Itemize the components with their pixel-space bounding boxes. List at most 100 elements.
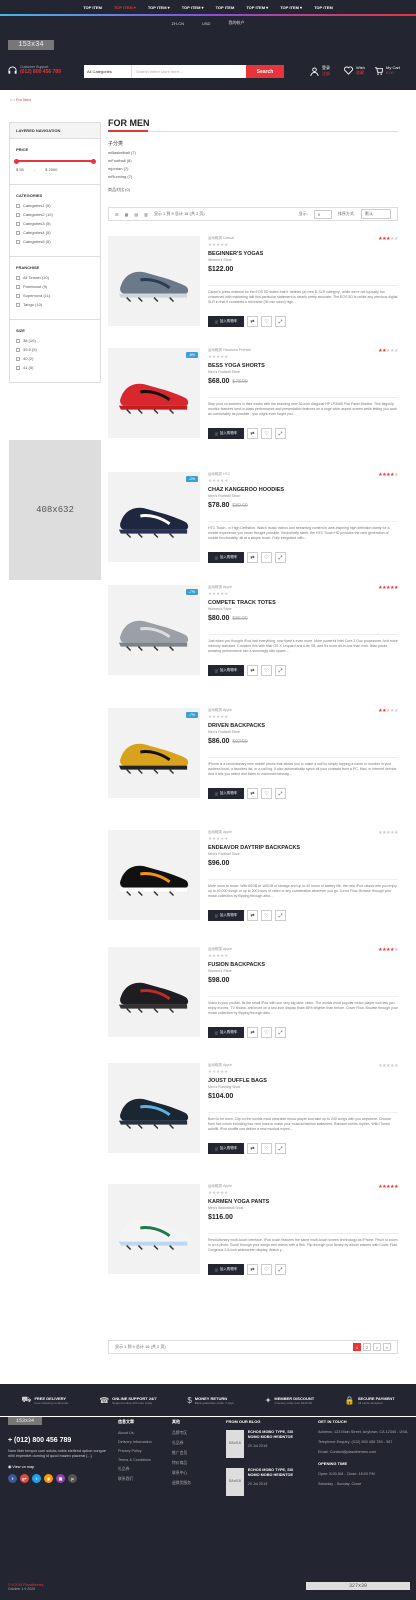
wishlist-icon[interactable]: ♡ xyxy=(261,1264,272,1275)
page-link[interactable]: > xyxy=(373,1343,381,1351)
topnav-item[interactable]: TOP ITEM ▾ xyxy=(182,5,204,10)
quickview-icon[interactable]: ⤢ xyxy=(275,788,286,799)
filter-option[interactable]: 41 (5) xyxy=(16,365,94,370)
footer-link[interactable]: 退换货服务 xyxy=(172,1481,191,1486)
blog-thumbnail[interactable]: 58x58 xyxy=(226,1468,244,1496)
footer-link[interactable]: 联系中心 xyxy=(172,1471,191,1476)
slider-handle-max[interactable] xyxy=(91,158,96,164)
filter-option[interactable]: 38 (10) xyxy=(16,338,94,343)
price-slider[interactable] xyxy=(14,158,96,164)
add-to-cart-button[interactable]: 🛒 加入购物车 xyxy=(208,1143,244,1154)
footer-link[interactable]: 推广会员 xyxy=(172,1451,191,1456)
wishlist-icon[interactable]: ♡ xyxy=(261,552,272,563)
product-name[interactable]: CHAZ KANGEROO HOODIES xyxy=(208,487,398,493)
checkbox[interactable] xyxy=(16,338,20,343)
product-name[interactable]: DRIVEN BACKPACKS xyxy=(208,723,398,729)
pinterest-icon[interactable]: p xyxy=(68,1474,77,1483)
checkbox[interactable] xyxy=(16,212,20,217)
blog-post[interactable]: 58x58 ECHOS MOBO TYPE, SIX NOMO MOBO HEID… xyxy=(226,1430,306,1463)
topnav-item[interactable]: TOP ITEM ▾ xyxy=(114,5,136,10)
wishlist-icon[interactable]: ♡ xyxy=(261,316,272,327)
show-select[interactable]: 9 xyxy=(313,209,332,219)
add-to-cart-button[interactable]: 🛒 加入购物车 xyxy=(208,316,244,327)
currency-select[interactable]: USD xyxy=(202,21,210,26)
add-to-cart-button[interactable]: 🛒 加入购物车 xyxy=(208,910,244,921)
checkbox[interactable] xyxy=(16,275,20,280)
list-view-icon[interactable]: ☰ xyxy=(115,212,119,217)
page-link[interactable]: » xyxy=(383,1343,391,1351)
footer-link[interactable]: Terms & Conditions xyxy=(118,1458,152,1462)
checkbox[interactable] xyxy=(16,230,20,235)
wishlist-icon[interactable]: ♡ xyxy=(261,910,272,921)
compare-icon[interactable]: ⇄ xyxy=(247,1143,258,1154)
product-name[interactable]: KARMEN YOGA PANTS xyxy=(208,1199,398,1205)
filter-option[interactable]: Categories3 (5) xyxy=(16,221,94,226)
product-image[interactable]: -2% xyxy=(108,472,200,562)
subcategory-link[interactable]: mBasketball (7) xyxy=(108,150,136,155)
cart-link[interactable]: My Cart 0.00 xyxy=(374,65,400,75)
product-name[interactable]: ENDEAVOR DAYTRIP BACKPACKS xyxy=(208,845,398,851)
language-select[interactable]: ZH-CN xyxy=(172,21,184,26)
wishlist-icon[interactable]: ♡ xyxy=(261,665,272,676)
grid-view-4-icon[interactable]: ▥ xyxy=(144,212,148,217)
footer-link[interactable]: 品牌专区 xyxy=(172,1431,191,1436)
subcategory-link[interactable]: mFootball (8) xyxy=(108,158,136,163)
quickview-icon[interactable]: ⤢ xyxy=(275,1264,286,1275)
page-link[interactable]: 2 xyxy=(363,1343,371,1351)
logo[interactable]: 153x34 xyxy=(8,40,54,50)
grid-view-icon[interactable]: ▦ xyxy=(125,212,129,217)
footer-link[interactable]: About Us xyxy=(118,1431,152,1435)
checkbox[interactable] xyxy=(16,356,20,361)
facebook-icon[interactable]: f xyxy=(8,1474,17,1483)
quickview-icon[interactable]: ⤢ xyxy=(275,428,286,439)
wishlist-icon[interactable]: ♡ xyxy=(261,1027,272,1038)
filter-option[interactable]: Categories4 (5) xyxy=(16,230,94,235)
product-name[interactable]: BEGINNER'S YOGAS xyxy=(208,251,398,257)
sidebar-banner[interactable]: 408x632 xyxy=(9,440,101,580)
checkbox[interactable] xyxy=(16,203,20,208)
topnav-item[interactable]: TOP ITEM xyxy=(83,5,102,10)
product-image[interactable]: -7% xyxy=(108,708,200,798)
sort-select[interactable]: 默认 xyxy=(361,209,391,219)
topnav-item[interactable]: TOP ITEM ▾ xyxy=(246,5,268,10)
wishlist-icon[interactable]: ♡ xyxy=(261,788,272,799)
quickview-icon[interactable]: ⤢ xyxy=(275,1143,286,1154)
footer-link[interactable]: 特价商品 xyxy=(172,1461,191,1466)
filter-option[interactable]: Categories1 (5) xyxy=(16,203,94,208)
filter-option[interactable]: 40 (2) xyxy=(16,356,94,361)
checkbox[interactable] xyxy=(16,365,20,370)
product-image[interactable] xyxy=(108,236,200,326)
rss-icon[interactable]: ◉ xyxy=(44,1474,53,1483)
twitter-icon[interactable]: t xyxy=(32,1474,41,1483)
checkbox[interactable] xyxy=(16,347,20,352)
compare-icon[interactable]: ⇄ xyxy=(247,316,258,327)
add-to-cart-button[interactable]: 🛒 加入购物车 xyxy=(208,788,244,799)
quickview-icon[interactable]: ⤢ xyxy=(275,665,286,676)
map-link[interactable]: ◉ View on map xyxy=(8,1464,108,1469)
blog-post[interactable]: 58x58 ECHOS MOBO TYPE, SIX NOMO MOBO HEID… xyxy=(226,1468,306,1501)
add-to-cart-button[interactable]: 🛒 加入购物车 xyxy=(208,428,244,439)
subcategory-link[interactable]: mRunning (7) xyxy=(108,174,136,179)
topnav-item[interactable]: TOP ITEM xyxy=(314,5,333,10)
filter-option[interactable]: Pureboost (9) xyxy=(16,284,94,289)
checkbox[interactable] xyxy=(16,239,20,244)
topnav-item[interactable]: TOP ITEM xyxy=(216,5,235,10)
footer-link[interactable]: Delivery Information xyxy=(118,1440,152,1444)
quickview-icon[interactable]: ⤢ xyxy=(275,910,286,921)
blog-post-title[interactable]: ECHOS MOBO TYPE, SIX NOMO MOBO HEIDNTOE xyxy=(248,1468,306,1477)
contact-email[interactable]: Email: Contact@plazathemes.com xyxy=(318,1450,410,1455)
wishlist-icon[interactable]: ♡ xyxy=(261,1143,272,1154)
grid-view-3-icon[interactable]: ▤ xyxy=(134,212,138,217)
blog-thumbnail[interactable]: 58x58 xyxy=(226,1430,244,1458)
search-input[interactable]: Search entire store here... xyxy=(132,65,246,78)
checkbox[interactable] xyxy=(16,284,20,289)
compare-icon[interactable]: ⇄ xyxy=(247,1027,258,1038)
filter-option[interactable]: Tango (10) xyxy=(16,302,94,307)
wishlist-link[interactable]: Wish 收藏 xyxy=(344,65,365,76)
slider-handle-min[interactable] xyxy=(14,158,19,164)
topnav-item[interactable]: TOP ITEM ▾ xyxy=(280,5,302,10)
filter-option[interactable]: All Terrain (10) xyxy=(16,275,94,280)
footer-link[interactable]: 礼品券 xyxy=(172,1441,191,1446)
checkbox[interactable] xyxy=(16,302,20,307)
compare-icon[interactable]: ⇄ xyxy=(247,552,258,563)
